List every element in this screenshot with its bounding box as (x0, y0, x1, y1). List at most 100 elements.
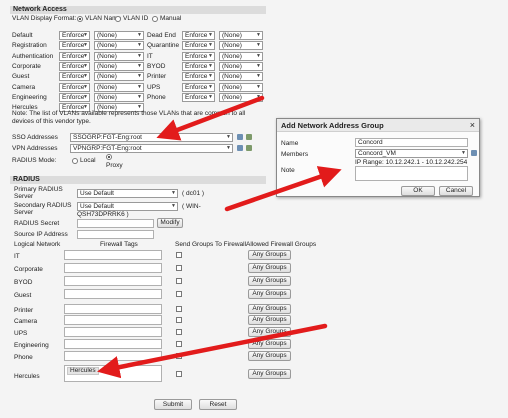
any-groups-button[interactable]: Any Groups (248, 315, 291, 325)
sso-folder-icon[interactable] (237, 134, 243, 140)
vlan-value-select[interactable]: (None) ▼ (219, 82, 263, 92)
dialog-note-label: Note (281, 167, 295, 174)
vpn-addresses-select[interactable]: VPNGRP:FGT-Eng:root ▼ (70, 144, 233, 153)
dialog-note-textarea[interactable] (355, 166, 468, 181)
chevron-down-icon: ▼ (83, 42, 88, 49)
vlan-row-label: Dead End (147, 32, 176, 39)
firewall-tags-field[interactable] (64, 250, 162, 260)
secondary-radius-select[interactable]: Use Default ▼ (77, 202, 178, 211)
any-groups-button[interactable]: Any Groups (248, 369, 291, 379)
vlan-value-select[interactable]: (None) ▼ (94, 61, 144, 71)
firewall-tags-field[interactable] (64, 276, 162, 286)
send-groups-checkbox[interactable] (176, 317, 182, 323)
radius-secret-field[interactable] (77, 219, 154, 228)
send-groups-checkbox[interactable] (176, 353, 182, 359)
vlan-value-select[interactable]: (None) ▼ (94, 92, 144, 102)
send-groups-checkbox[interactable] (176, 329, 182, 335)
vlan-mode-select[interactable]: Enforce ▼ (182, 72, 215, 82)
vlan-mode-select[interactable]: Enforce ▼ (59, 82, 90, 92)
close-icon[interactable]: × (470, 120, 475, 130)
dialog-name-input[interactable]: Concord (355, 138, 468, 147)
vlan-value-select[interactable]: (None) ▼ (219, 92, 263, 102)
vlan-mode-select[interactable]: Enforce ▼ (182, 41, 215, 51)
vlan-mode-select[interactable]: Enforce ▼ (182, 51, 215, 61)
vlan-value-select[interactable]: (None) ▼ (219, 51, 263, 61)
send-groups-checkbox[interactable] (176, 291, 182, 297)
vlan-value-select[interactable]: (None) ▼ (219, 31, 263, 40)
any-groups-button[interactable]: Any Groups (248, 250, 291, 260)
secondary-radius-note-1: ( WIN- (182, 203, 201, 210)
firewall-tags-field[interactable] (64, 304, 162, 314)
vlan-mode-select[interactable]: Enforce ▼ (182, 31, 215, 40)
vlan-row-label: Corporate (12, 62, 41, 70)
firewall-tags-field[interactable]: Hercules (64, 365, 162, 382)
firewall-tags-field[interactable] (64, 339, 162, 349)
chevron-down-icon: ▼ (256, 52, 261, 59)
chevron-down-icon: ▼ (137, 52, 142, 59)
vlan-value-select[interactable]: (None) ▼ (94, 31, 144, 40)
any-groups-button[interactable]: Any Groups (248, 263, 291, 273)
vpn-addresses-value: VPNGRP:FGT-Eng:root (73, 145, 142, 152)
send-groups-checkbox[interactable] (176, 252, 182, 258)
vlan-manual-radio[interactable] (152, 16, 158, 22)
secondary-radius-label-2: Server (14, 209, 34, 216)
vlan-name-radio[interactable] (77, 16, 83, 22)
vlan-mode-select[interactable]: Enforce ▼ (182, 82, 215, 92)
chevron-down-icon: ▼ (256, 73, 261, 80)
firewall-tag-chip: Hercules (67, 367, 99, 375)
vlan-value-select[interactable]: (None) ▼ (219, 72, 263, 82)
any-groups-button[interactable]: Any Groups (248, 351, 291, 361)
dialog-cancel-button[interactable]: Cancel (439, 186, 473, 196)
vlan-value-select[interactable]: (None) ▼ (219, 61, 263, 71)
firewall-tags-field[interactable] (64, 315, 162, 325)
dialog-members-select[interactable]: Concord_VM ▼ (355, 149, 468, 158)
vlan-mode-select-value: Enforce (62, 73, 85, 81)
vlan-mode-select[interactable]: Enforce ▼ (182, 61, 215, 71)
vlan-value-select[interactable]: (None) ▼ (94, 41, 144, 51)
send-groups-checkbox[interactable] (176, 341, 182, 347)
vlan-mode-select[interactable]: Enforce ▼ (59, 31, 90, 40)
members-folder-icon[interactable] (471, 150, 477, 156)
source-ip-field[interactable] (77, 230, 154, 239)
any-groups-button[interactable]: Any Groups (248, 289, 291, 299)
any-groups-button[interactable]: Any Groups (248, 304, 291, 314)
reset-button[interactable]: Reset (199, 399, 237, 410)
primary-radius-select[interactable]: Use Default ▼ (77, 189, 178, 198)
firewall-tags-field[interactable] (64, 263, 162, 273)
sso-addresses-select[interactable]: SSOGRP:FGT-Eng:root ▼ (70, 133, 233, 142)
vlan-mode-select[interactable]: Enforce ▼ (59, 41, 90, 51)
send-groups-checkbox[interactable] (176, 265, 182, 271)
dialog-title: Add Network Address Group (277, 119, 479, 132)
vpn-folder-icon[interactable] (237, 145, 243, 151)
dialog-name-label: Name (281, 140, 299, 147)
vlan-mode-select-value: Enforce (62, 52, 85, 60)
firewall-tags-field[interactable] (64, 351, 162, 361)
vlan-mode-select[interactable]: Enforce ▼ (182, 92, 215, 102)
vlan-mode-select[interactable]: Enforce ▼ (59, 72, 90, 82)
vlan-value-select[interactable]: (None) ▼ (94, 51, 144, 61)
dialog-ok-button[interactable]: OK (401, 186, 435, 196)
vlan-value-select[interactable]: (None) ▼ (94, 82, 144, 92)
firewall-tags-field[interactable] (64, 289, 162, 299)
logical-network-name: Guest (14, 292, 32, 299)
vlan-mode-select[interactable]: Enforce ▼ (59, 61, 90, 71)
firewall-tags-field[interactable] (64, 327, 162, 337)
vpn-edit-icon[interactable] (246, 145, 252, 151)
sso-edit-icon[interactable] (246, 134, 252, 140)
send-groups-checkbox[interactable] (176, 306, 182, 312)
any-groups-button[interactable]: Any Groups (248, 327, 291, 337)
any-groups-button[interactable]: Any Groups (248, 339, 291, 349)
vlan-value-select[interactable]: (None) ▼ (219, 41, 263, 51)
send-groups-checkbox[interactable] (176, 371, 182, 377)
send-groups-checkbox[interactable] (176, 278, 182, 284)
vlan-id-radio[interactable] (115, 16, 121, 22)
vlan-mode-select[interactable]: Enforce ▼ (59, 51, 90, 61)
vlan-value-select[interactable]: (None) ▼ (94, 72, 144, 82)
vlan-mode-select[interactable]: Enforce ▼ (59, 92, 90, 102)
any-groups-button[interactable]: Any Groups (248, 276, 291, 286)
radius-mode-proxy-radio[interactable] (106, 154, 112, 160)
radius-mode-local-radio[interactable] (72, 158, 78, 164)
vlan-mode-select-value: Enforce (62, 93, 85, 101)
submit-button[interactable]: Submit (154, 399, 192, 410)
modify-button[interactable]: Modify (157, 218, 183, 228)
